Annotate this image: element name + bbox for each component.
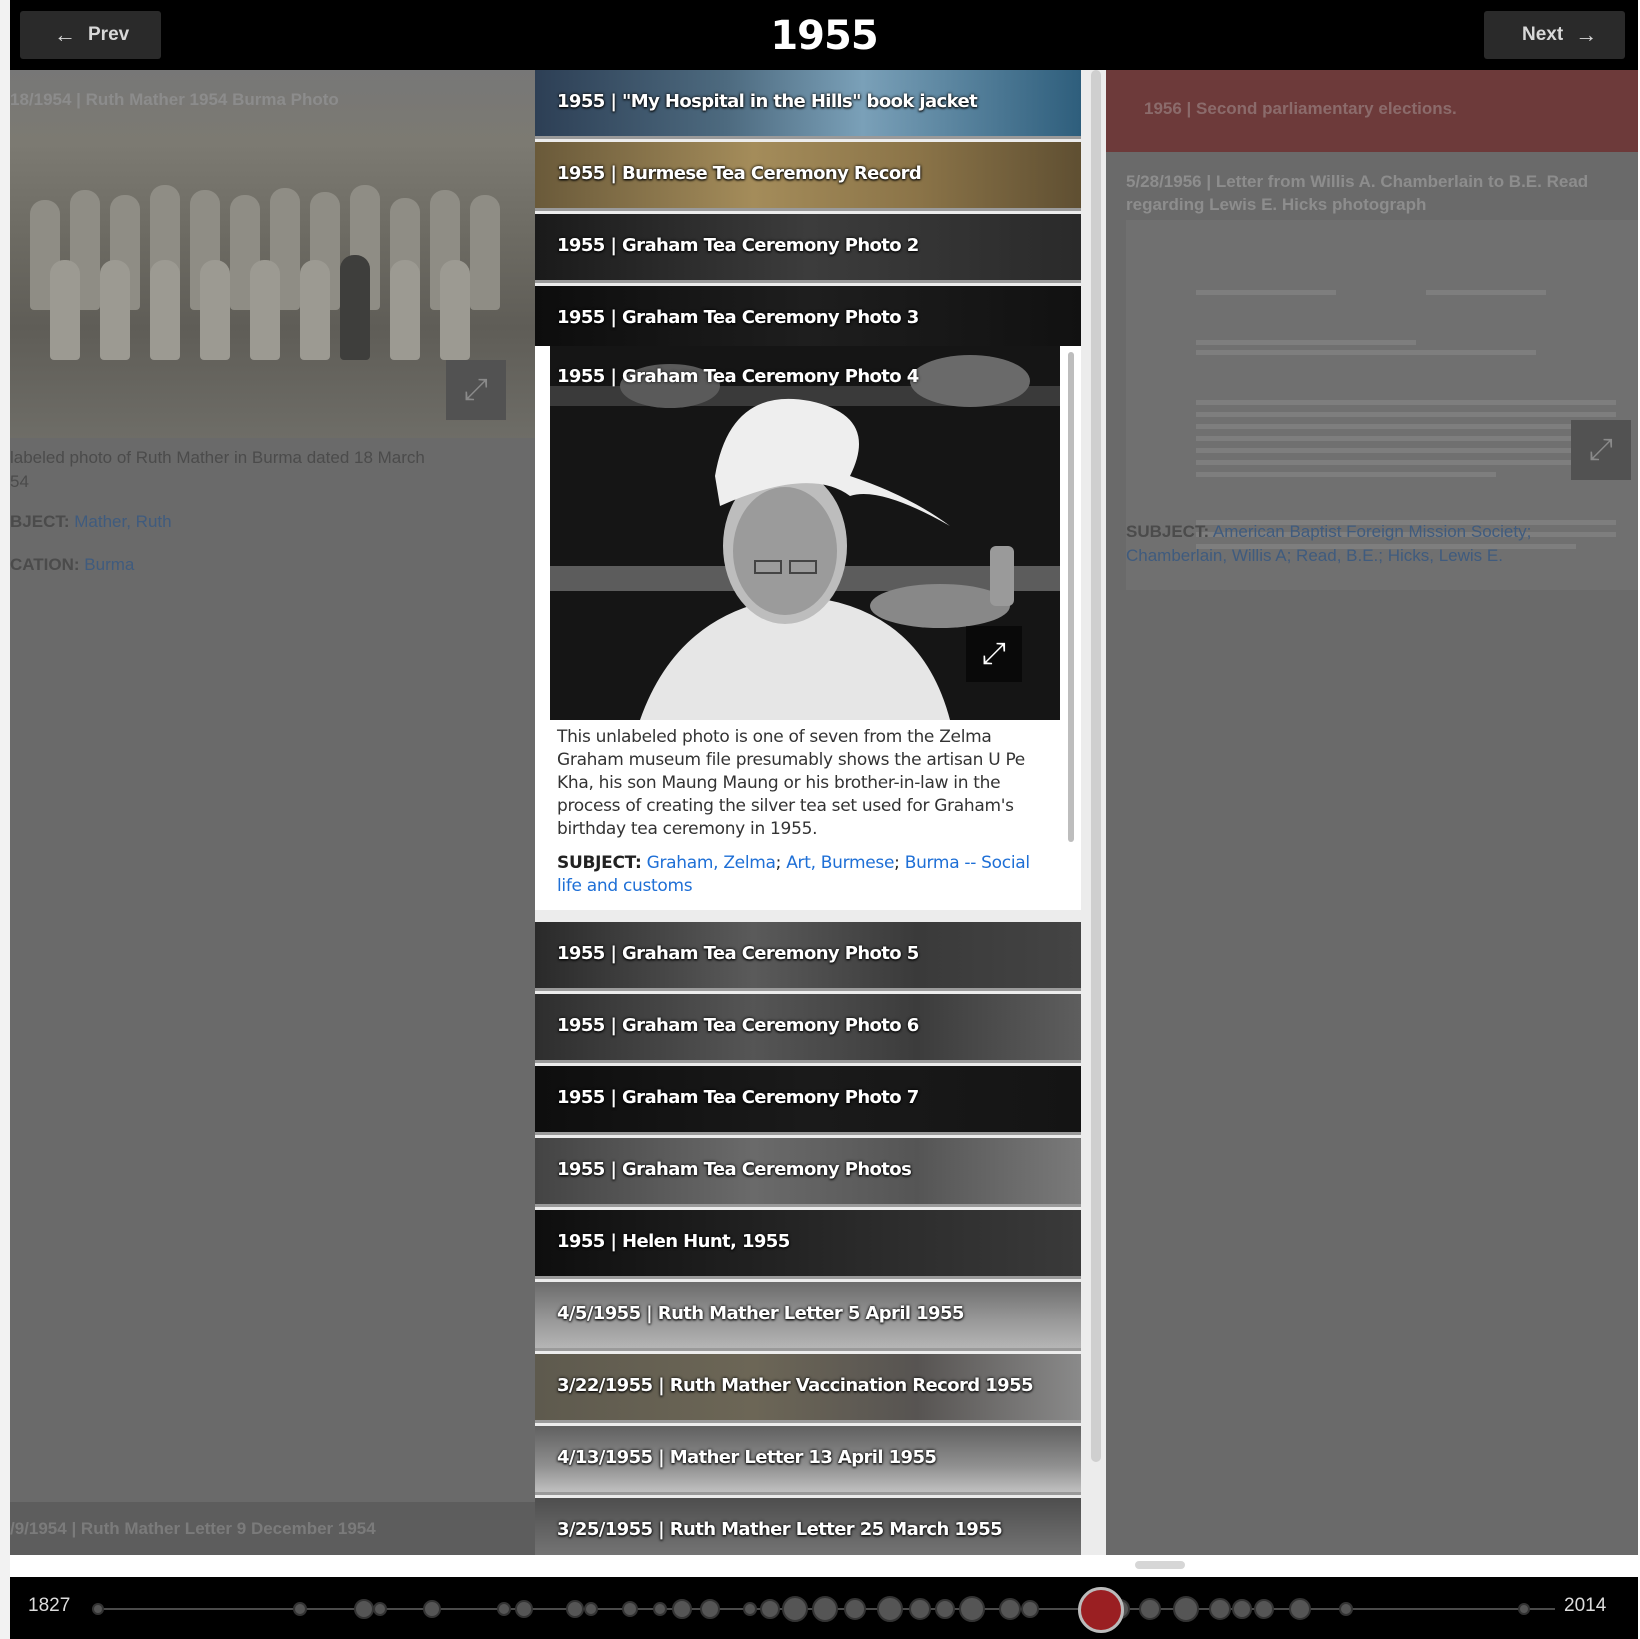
year-title: 1955: [770, 13, 878, 59]
timeline-current-year-marker[interactable]: [1078, 1587, 1124, 1633]
timeline-year-dot[interactable]: [423, 1600, 441, 1618]
timeline-year-dot[interactable]: [935, 1599, 955, 1619]
expanded-item[interactable]: 1955 | Graham Tea Ceremony Photo 4 ⤢ Thi…: [535, 346, 1081, 910]
expanded-item-title[interactable]: 1955 | Graham Tea Ceremony Photo 4: [557, 366, 919, 387]
timeline-year-dot[interactable]: [782, 1596, 808, 1622]
window-edge: [0, 0, 10, 1639]
list-item[interactable]: 1955 | Graham Tea Ceremony Photo 5: [535, 922, 1081, 991]
timeline-year-dot[interactable]: [92, 1603, 104, 1615]
timeline-year-dot[interactable]: [1289, 1598, 1311, 1620]
list-item[interactable]: 1955 | Graham Tea Ceremony Photo 2: [535, 214, 1081, 283]
year-timeline[interactable]: 1827 2014: [10, 1577, 1638, 1639]
expand-icon[interactable]: ⤢: [966, 626, 1022, 682]
subject-link-art[interactable]: Art, Burmese: [786, 853, 894, 873]
timeline-year-dot[interactable]: [999, 1598, 1021, 1620]
list-item[interactable]: 1955 | Graham Tea Ceremony Photos: [535, 1138, 1081, 1207]
list-item-title: 1955 | Graham Tea Ceremony Photo 2: [557, 235, 919, 256]
list-item-title: 1955 | Helen Hunt, 1955: [557, 1231, 790, 1252]
timeline-year-dot[interactable]: [877, 1596, 903, 1622]
timeline-year-dot[interactable]: [743, 1602, 757, 1616]
panel-resize-bar: [10, 1555, 1638, 1577]
next-letter-subject: SUBJECT: American Baptist Foreign Missio…: [1126, 522, 1532, 565]
timeline-year-dot[interactable]: [622, 1601, 638, 1617]
list-item[interactable]: 1955 | Graham Tea Ceremony Photo 6: [535, 994, 1081, 1063]
list-item-title: 3/25/1955 | Ruth Mather Letter 25 March …: [557, 1519, 1003, 1540]
subject-link-graham[interactable]: Graham, Zelma: [647, 853, 776, 873]
previous-item-description: labeled photo of Ruth Mather in Burma da…: [10, 448, 425, 491]
timeline-year-dot[interactable]: [844, 1598, 866, 1620]
list-item[interactable]: 1955 | Helen Hunt, 1955: [535, 1210, 1081, 1279]
timeline-year-dot[interactable]: [812, 1596, 838, 1622]
expanded-item-scrollbar[interactable]: [1068, 352, 1074, 842]
timeline-year-dot[interactable]: [1254, 1599, 1274, 1619]
arrow-right-icon: →: [1575, 22, 1598, 47]
list-item[interactable]: 1955 | Graham Tea Ceremony Photo 7: [535, 1066, 1081, 1135]
timeline-year-dot[interactable]: [653, 1602, 667, 1616]
next-letter-title[interactable]: 5/28/1956 | Letter from Willis A. Chambe…: [1126, 170, 1626, 216]
timeline-year-dot[interactable]: [566, 1600, 584, 1618]
timeline-year-dot[interactable]: [1339, 1602, 1353, 1616]
timeline-year-dot[interactable]: [515, 1600, 533, 1618]
expanded-item-description: This unlabeled photo is one of seven fro…: [557, 727, 1025, 839]
expand-icon[interactable]: ⤢: [446, 360, 506, 420]
timeline-year-dot[interactable]: [1139, 1598, 1161, 1620]
timeline-year-dot[interactable]: [672, 1599, 692, 1619]
timeline-year-dot[interactable]: [1209, 1598, 1231, 1620]
timeline-app: ← Prev 1955 Next → 18/1954 | Ruth Mather…: [10, 0, 1638, 1639]
next-year-event[interactable]: 1956 | Second parliamentary elections.: [1106, 70, 1638, 152]
list-item[interactable]: 3/22/1955 | Ruth Mather Vaccination Reco…: [535, 1354, 1081, 1423]
previous-item-subject: BJECT: Mather, Ruth: [10, 512, 172, 531]
timeline-end-year: 2014: [1564, 1595, 1607, 1616]
next-year-panel[interactable]: 1956 | Second parliamentary elections. 5…: [1106, 70, 1638, 1555]
list-item-title: 1955 | Graham Tea Ceremony Photo 3: [557, 307, 919, 328]
list-item[interactable]: 4/5/1955 | Ruth Mather Letter 5 April 19…: [535, 1282, 1081, 1351]
list-item[interactable]: 1955 | Burmese Tea Ceremony Record: [535, 142, 1081, 211]
previous-year-panel[interactable]: 18/1954 | Ruth Mather 1954 Burma Photo ⤢…: [10, 70, 535, 1555]
list-item[interactable]: 4/13/1955 | Mather Letter 13 April 1955: [535, 1426, 1081, 1495]
expand-icon[interactable]: ⤢: [1571, 420, 1631, 480]
list-item[interactable]: 1955 | "My Hospital in the Hills" book j…: [535, 70, 1081, 139]
timeline-year-dot[interactable]: [959, 1596, 985, 1622]
timeline-year-dot[interactable]: [373, 1602, 387, 1616]
timeline-year-dot[interactable]: [584, 1602, 598, 1616]
subject-link[interactable]: Mather, Ruth: [74, 512, 171, 531]
previous-letter-item[interactable]: /9/1954 | Ruth Mather Letter 9 December …: [10, 1502, 535, 1555]
list-item-title: 4/13/1955 | Mather Letter 13 April 1955: [557, 1447, 937, 1468]
next-button[interactable]: Next →: [1484, 11, 1625, 59]
list-item[interactable]: 1955 | Graham Tea Ceremony Photo 3: [535, 286, 1081, 355]
list-item-title: 1955 | Graham Tea Ceremony Photo 6: [557, 1015, 919, 1036]
timeline-year-dot[interactable]: [497, 1602, 511, 1616]
timeline-year-dot[interactable]: [354, 1599, 374, 1619]
previous-item-title[interactable]: 18/1954 | Ruth Mather 1954 Burma Photo: [10, 90, 339, 110]
previous-item-location: CATION: Burma: [10, 555, 135, 574]
list-item-title: 1955 | "My Hospital in the Hills" book j…: [557, 91, 978, 112]
list-item-title: 1955 | Graham Tea Ceremony Photos: [557, 1159, 912, 1180]
top-bar: ← Prev 1955 Next →: [10, 0, 1638, 70]
list-scrollbar[interactable]: [1091, 70, 1101, 1462]
location-link[interactable]: Burma: [84, 555, 134, 574]
list-item-title: 1955 | Graham Tea Ceremony Photo 5: [557, 943, 919, 964]
list-item-title: 1955 | Burmese Tea Ceremony Record: [557, 163, 922, 184]
list-item[interactable]: 3/25/1955 | Ruth Mather Letter 25 March …: [535, 1498, 1081, 1555]
next-label: Next: [1522, 24, 1564, 45]
timeline-year-dot[interactable]: [909, 1598, 931, 1620]
drag-handle[interactable]: [1135, 1561, 1185, 1569]
timeline-year-dot[interactable]: [1232, 1599, 1252, 1619]
timeline-year-dot[interactable]: [293, 1602, 307, 1616]
timeline-year-dot[interactable]: [760, 1599, 780, 1619]
year-item-list[interactable]: 1955 | "My Hospital in the Hills" book j…: [535, 70, 1106, 1555]
list-item-title: 4/5/1955 | Ruth Mather Letter 5 April 19…: [557, 1303, 964, 1324]
timeline-year-dot[interactable]: [700, 1599, 720, 1619]
timeline-year-dot[interactable]: [1173, 1596, 1199, 1622]
expanded-item-subject: SUBJECT: Graham, Zelma; Art, Burmese; Bu…: [557, 853, 1030, 896]
timeline-start-year: 1827: [28, 1595, 71, 1616]
timeline-year-dot[interactable]: [1518, 1603, 1530, 1615]
list-item-title: 3/22/1955 | Ruth Mather Vaccination Reco…: [557, 1375, 1034, 1396]
timeline-year-dot[interactable]: [1021, 1600, 1039, 1618]
list-item-title: 1955 | Graham Tea Ceremony Photo 7: [557, 1087, 919, 1108]
